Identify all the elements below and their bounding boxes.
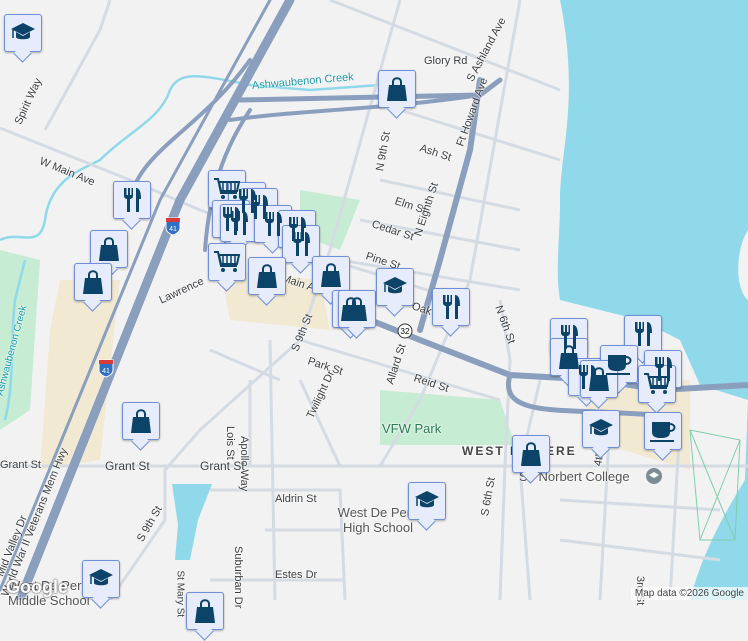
shopping-icon	[386, 76, 408, 102]
restaurant-marker[interactable]	[432, 288, 470, 326]
shopping-marker[interactable]	[378, 70, 416, 108]
shopping-marker[interactable]	[74, 263, 112, 301]
restaurant-icon	[228, 210, 250, 236]
school-marker[interactable]	[4, 14, 42, 52]
restaurant-marker[interactable]	[113, 181, 151, 219]
google-logo: Google	[6, 577, 68, 597]
road-label: Grant St	[200, 459, 245, 473]
grocery-icon	[643, 372, 671, 396]
school-icon	[414, 490, 440, 512]
shopping-icon	[98, 236, 120, 262]
school-marker[interactable]	[82, 560, 120, 598]
restaurant-icon	[121, 187, 143, 213]
road-label: Aldrin St	[275, 493, 317, 505]
road-label: Suburban Dr	[232, 546, 244, 609]
restaurant-icon	[262, 211, 284, 237]
restaurant-icon	[440, 294, 462, 320]
road-label: Estes Dr	[275, 569, 318, 581]
interstate-shield: 41	[165, 217, 181, 236]
school-marker[interactable]	[408, 482, 446, 520]
state-route-shield: 32	[397, 323, 413, 339]
road-label: St Mary St	[174, 570, 186, 618]
road-label: Grant St	[105, 459, 150, 473]
road-label: Glory Rd	[424, 55, 468, 67]
school-icon	[88, 568, 114, 590]
map-attribution[interactable]: Map data ©2026 Google	[630, 587, 748, 600]
cafe-marker[interactable]	[644, 412, 682, 450]
shopping-marker[interactable]	[122, 402, 160, 440]
shopping-icon	[520, 441, 542, 467]
shopping-marker[interactable]	[186, 592, 224, 630]
shopping-icon	[346, 296, 368, 322]
shopping-marker[interactable]	[512, 435, 550, 473]
shopping-marker[interactable]	[248, 257, 286, 295]
grocery-icon	[213, 250, 241, 274]
shopping-icon	[588, 366, 610, 392]
school-icon	[382, 276, 408, 298]
park-label: VFW Park	[382, 421, 442, 436]
svg-text:41: 41	[169, 226, 177, 233]
restaurant-icon	[632, 321, 654, 347]
shopping-icon	[130, 408, 152, 434]
school-icon	[10, 22, 36, 44]
svg-text:32: 32	[401, 327, 410, 336]
shopping-icon	[256, 263, 278, 289]
road-label: Grant St	[0, 459, 41, 471]
school-marker[interactable]	[582, 410, 620, 448]
school-marker[interactable]	[376, 268, 414, 306]
svg-text:41: 41	[102, 368, 110, 375]
shopping-icon	[320, 262, 342, 288]
grocery-marker[interactable]	[208, 243, 246, 281]
interstate-shield: 41	[98, 359, 114, 378]
cafe-icon	[649, 419, 677, 443]
shopping-marker[interactable]	[312, 256, 350, 294]
restaurant-icon	[290, 231, 312, 257]
shopping-icon	[82, 269, 104, 295]
shopping-icon	[194, 598, 216, 624]
college-poi-icon	[646, 468, 662, 484]
road-label: Lois St	[224, 426, 236, 460]
school-icon	[588, 418, 614, 440]
pond	[172, 484, 212, 560]
